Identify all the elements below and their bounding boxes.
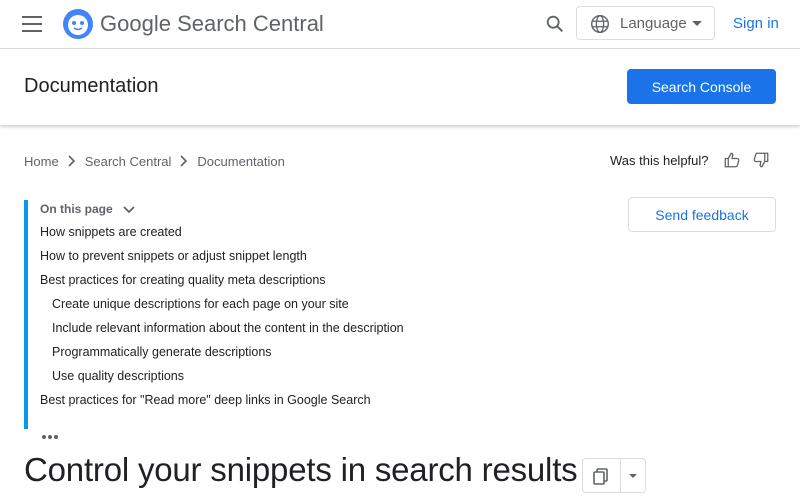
copy-link-control: [582, 458, 646, 493]
logo-google-text: Google: [100, 11, 171, 36]
thumb-down-icon[interactable]: [752, 151, 770, 169]
toc-item[interactable]: Best practices for "Read more" deep link…: [40, 393, 371, 407]
language-label: Language: [620, 15, 687, 32]
toc-item[interactable]: Best practices for creating quality meta…: [40, 273, 326, 287]
thumb-up-icon[interactable]: [723, 151, 741, 169]
search-console-button[interactable]: Search Console: [627, 69, 776, 104]
breadcrumb: Home Search Central Documentation: [24, 153, 285, 169]
page-title: Control your snippets in search results: [24, 451, 578, 488]
top-navigation-bar: Google Search Central Language Sign in: [0, 0, 800, 49]
send-feedback-button[interactable]: Send feedback: [628, 197, 776, 232]
chevron-right-icon: [180, 155, 188, 167]
toc-item[interactable]: How snippets are created: [40, 225, 182, 239]
chevron-right-icon: [68, 155, 75, 167]
breadcrumb-documentation[interactable]: Documentation: [197, 154, 284, 169]
globe-icon: [591, 15, 609, 33]
toc-subitem[interactable]: Include relevant information about the c…: [52, 321, 404, 335]
chevron-down-icon: [123, 206, 135, 214]
dropdown-arrow-icon: [629, 474, 637, 478]
section-title[interactable]: Documentation: [24, 75, 159, 98]
menu-icon[interactable]: [22, 16, 42, 32]
copy-icon[interactable]: [583, 459, 620, 492]
breadcrumb-search-central[interactable]: Search Central: [85, 154, 172, 169]
section-header: Documentation Search Console: [0, 49, 800, 125]
logo-product-text: Search Central: [177, 11, 324, 36]
table-of-contents: On this page How snippets are created Ho…: [24, 200, 528, 429]
dropdown-arrow-icon: [692, 21, 702, 26]
site-logo-text[interactable]: Google Search Central: [100, 11, 324, 37]
search-icon[interactable]: [544, 13, 566, 35]
toc-heading[interactable]: On this page: [40, 201, 137, 217]
more-options-icon[interactable]: [42, 426, 62, 439]
toc-subitem[interactable]: Create unique descriptions for each page…: [52, 297, 349, 311]
search-central-logo-icon[interactable]: [62, 8, 94, 40]
toc-subitem[interactable]: Programmatically generate descriptions: [52, 345, 272, 359]
toc-item[interactable]: How to prevent snippets or adjust snippe…: [40, 249, 307, 263]
helpful-prompt: Was this helpful?: [610, 153, 709, 168]
language-selector[interactable]: Language: [576, 6, 715, 40]
sign-in-link[interactable]: Sign in: [733, 15, 779, 32]
toc-heading-label: On this page: [40, 202, 113, 216]
copy-options-dropdown[interactable]: [621, 459, 646, 492]
breadcrumb-home[interactable]: Home: [24, 154, 59, 169]
toc-subitem[interactable]: Use quality descriptions: [52, 369, 184, 383]
